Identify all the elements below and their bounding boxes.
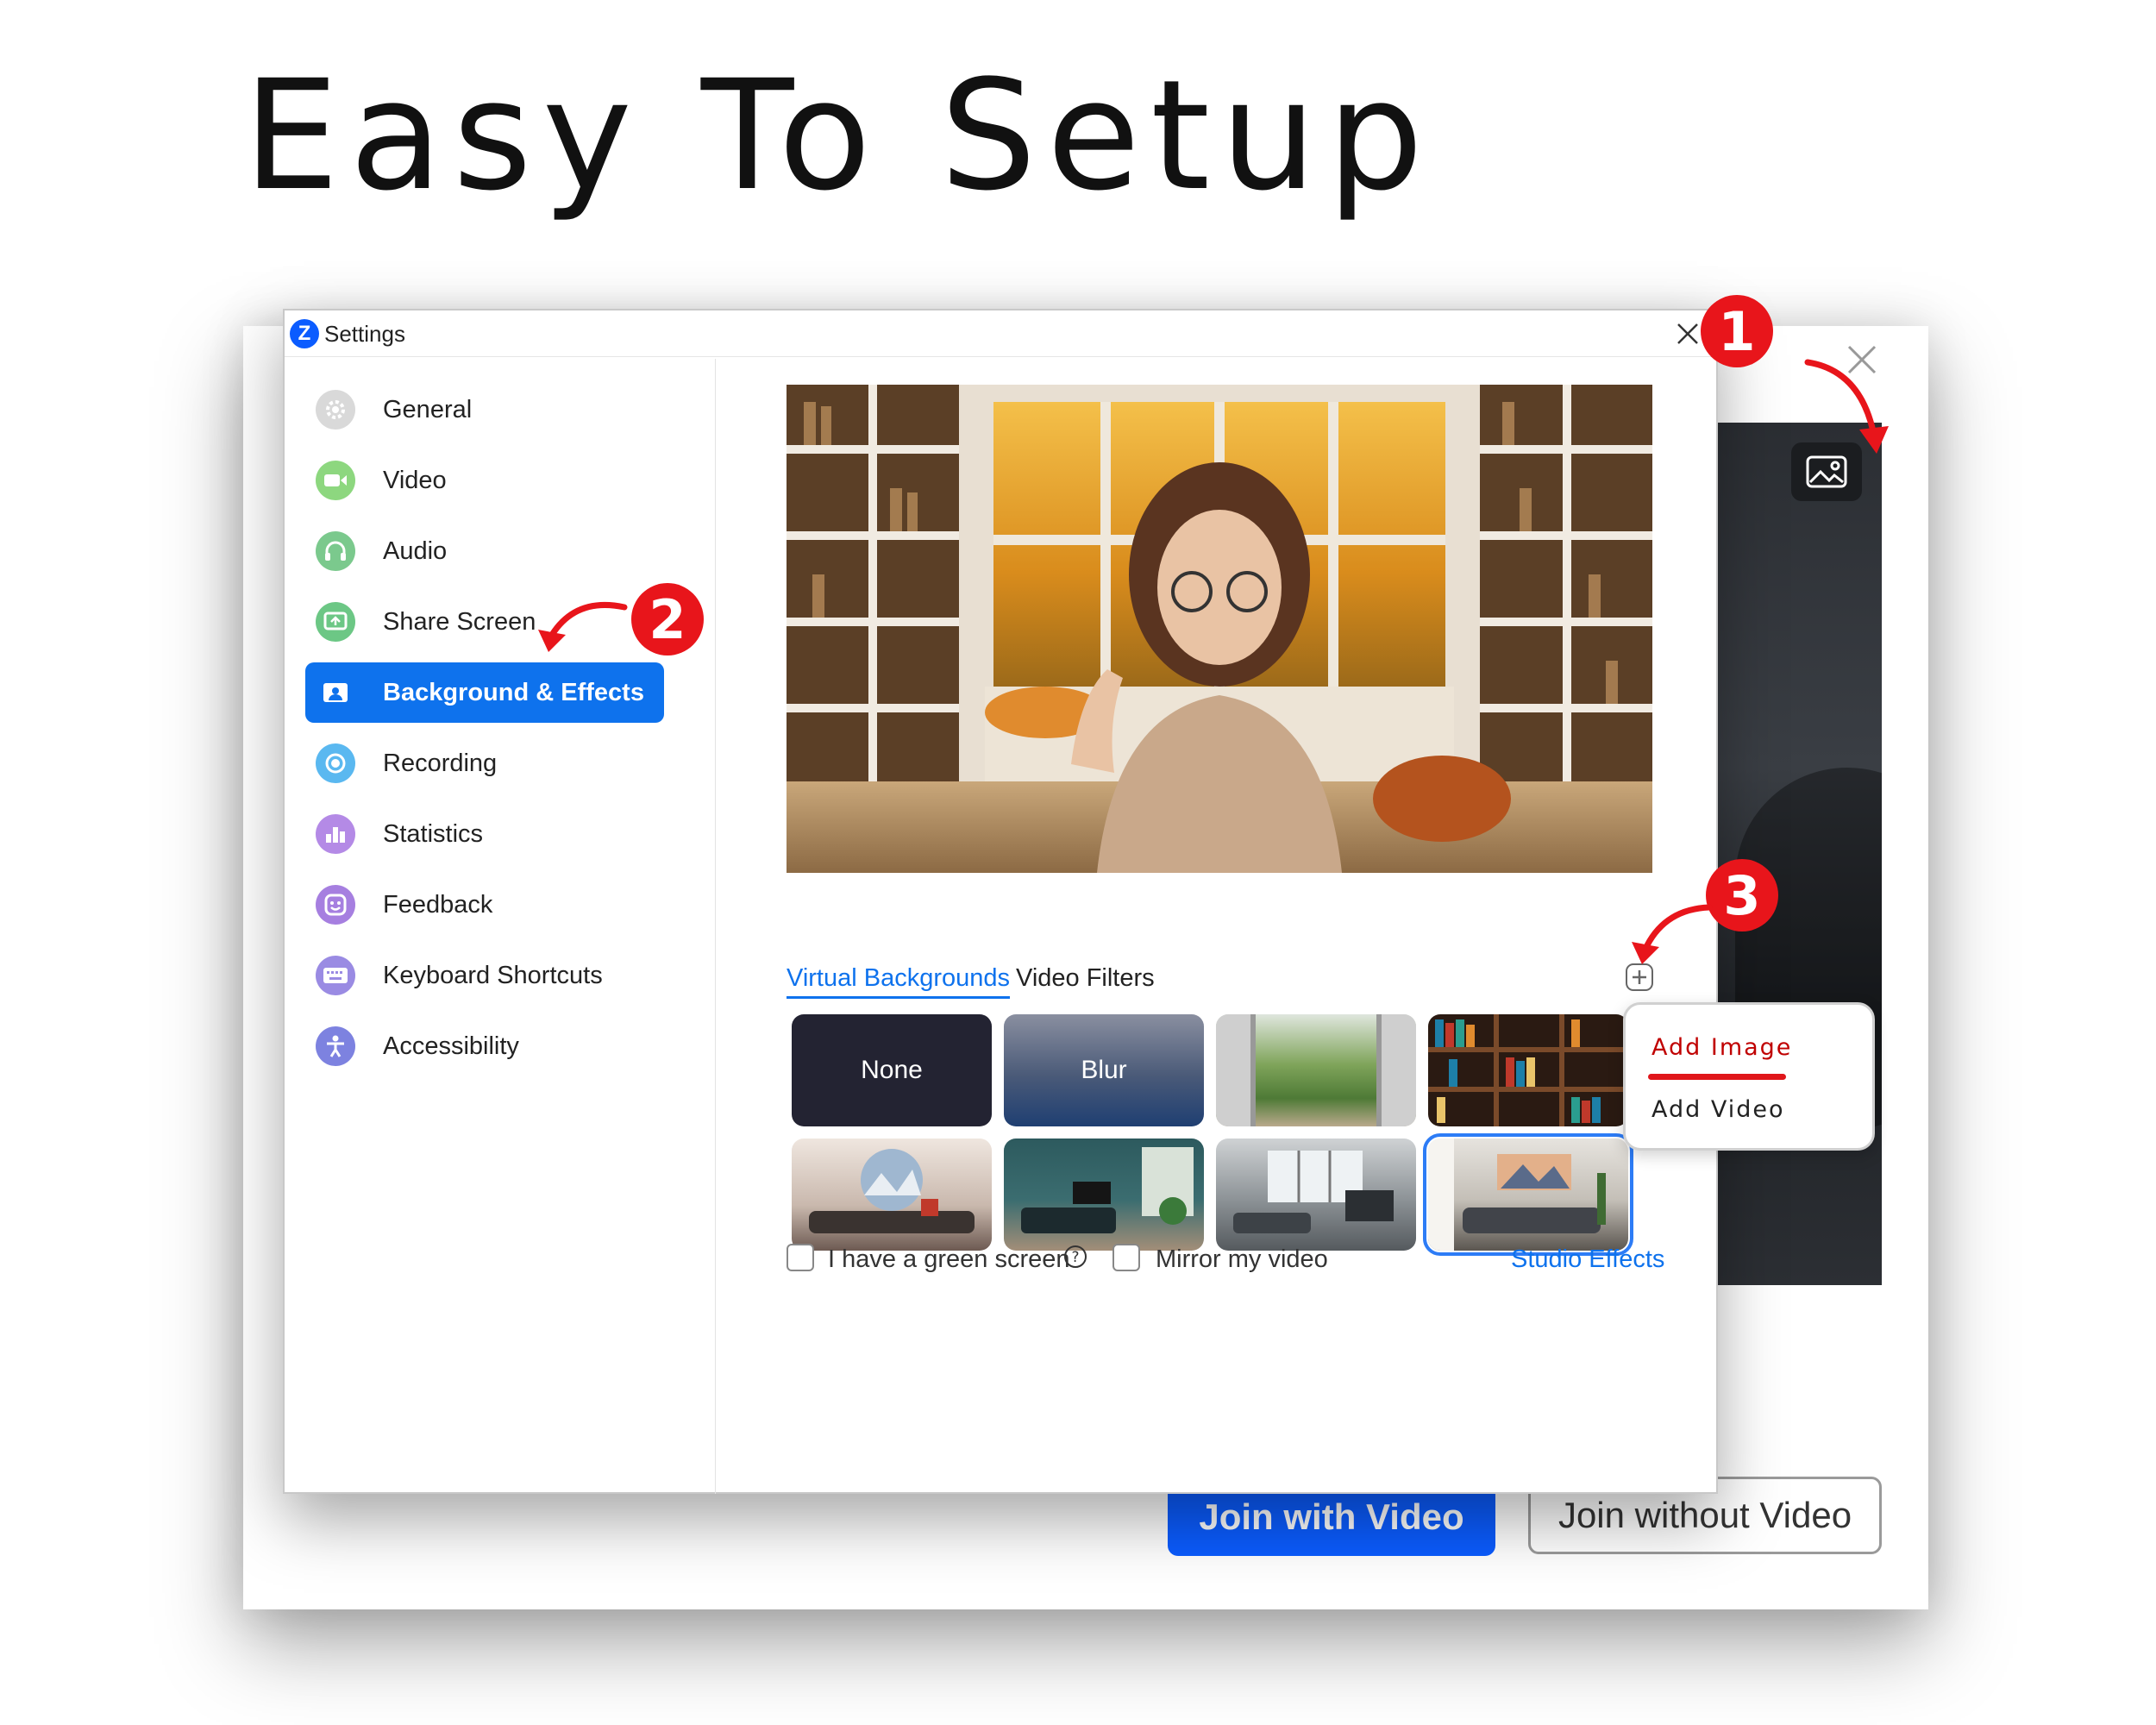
step-2-arrow-icon [538,601,628,652]
thumbnail-label: None [861,1056,923,1084]
portrait-icon [316,673,355,712]
svg-text:?: ? [1071,1249,1079,1266]
help-icon[interactable]: ? [1062,1244,1088,1270]
headphones-icon [316,531,355,571]
step-badge-3: 3 [1706,859,1778,932]
bar-chart-icon [316,814,355,854]
camera-icon [316,461,355,500]
thumbnail-blur[interactable]: Blur [1004,1014,1204,1126]
mirror-video-label: Mirror my video [1156,1245,1328,1273]
video-preview [1709,423,1882,1285]
add-background-icon[interactable] [1625,963,1654,992]
thumbnail-teal-living-room[interactable] [1004,1138,1204,1251]
record-icon [316,743,355,783]
thumbnail-mountain-art-room[interactable] [1423,1133,1633,1256]
sidebar-item-label: Recording [383,749,498,777]
sidebar-item-label: Audio [383,536,448,565]
title-bar: Z Settings [285,310,1716,357]
sidebar-item-label: General [383,395,473,423]
headline: Easy To Setup [243,47,1434,224]
settings-sidebar: General Video Audio Share Screen Backgro… [285,359,716,1494]
step-1-arrow-icon [1804,359,1889,454]
thumbnail-none[interactable]: None [792,1014,992,1126]
green-screen-label: I have a green screen [828,1245,1070,1273]
step-3-arrow-icon [1632,904,1713,964]
sidebar-item-feedback[interactable]: Feedback [305,875,664,935]
accessibility-icon [316,1026,355,1066]
sidebar-item-label: Feedback [383,890,493,919]
sidebar-item-label: Keyboard Shortcuts [383,961,603,989]
window-title: Settings [324,321,405,347]
studio-effects-link[interactable]: Studio Effects [1511,1245,1664,1274]
sidebar-item-recording[interactable]: Recording [305,733,664,794]
add-image-menu-item[interactable]: Add Image [1651,1034,1792,1061]
sidebar-item-statistics[interactable]: Statistics [305,804,664,864]
app-logo: Z [290,319,319,348]
close-icon[interactable] [1673,319,1702,348]
tab-virtual-backgrounds[interactable]: Virtual Backgrounds [787,964,1011,999]
highlight-underline [1648,1074,1786,1080]
background-effects-panel: Virtual Backgrounds Video Filters None B… [718,359,1718,1494]
mirror-video-checkbox[interactable] [1112,1244,1140,1271]
sidebar-item-label: Statistics [383,819,484,848]
add-video-menu-item[interactable]: Add Video [1651,1096,1785,1123]
green-screen-checkbox[interactable] [787,1244,814,1271]
thumbnail-garden[interactable] [1216,1014,1416,1126]
sidebar-item-keyboard-shortcuts[interactable]: Keyboard Shortcuts [305,945,664,1006]
thumbnail-round-window-room[interactable] [792,1138,992,1251]
share-screen-icon [316,602,355,642]
thumbnail-label: Blur [1081,1056,1127,1084]
settings-dialog: Z Settings General Video Audio Share Scr… [283,309,1718,1494]
sidebar-item-background-effects[interactable]: Background & Effects [305,662,664,723]
sidebar-item-label: Background & Effects [383,678,644,706]
sidebar-item-video[interactable]: Video [305,450,664,511]
sidebar-item-label: Video [383,466,447,494]
thumbnail-grey-living-room[interactable] [1216,1138,1416,1251]
sidebar-item-label: Accessibility [383,1032,519,1060]
image-icon [1806,455,1847,488]
smiley-icon [316,885,355,925]
add-background-menu: Add Image Add Video [1623,1002,1875,1151]
sidebar-item-label: Share Screen [383,607,536,636]
step-badge-1: 1 [1701,295,1773,367]
sidebar-item-accessibility[interactable]: Accessibility [305,1016,664,1076]
thumbnail-bookshelf[interactable] [1428,1014,1628,1126]
sidebar-item-general[interactable]: General [305,380,664,440]
step-badge-2: 2 [631,583,704,656]
sidebar-item-audio[interactable]: Audio [305,521,664,581]
keyboard-icon [316,956,355,995]
background-preview [787,385,1652,873]
gear-icon [316,390,355,430]
tab-video-filters[interactable]: Video Filters [1016,964,1155,993]
